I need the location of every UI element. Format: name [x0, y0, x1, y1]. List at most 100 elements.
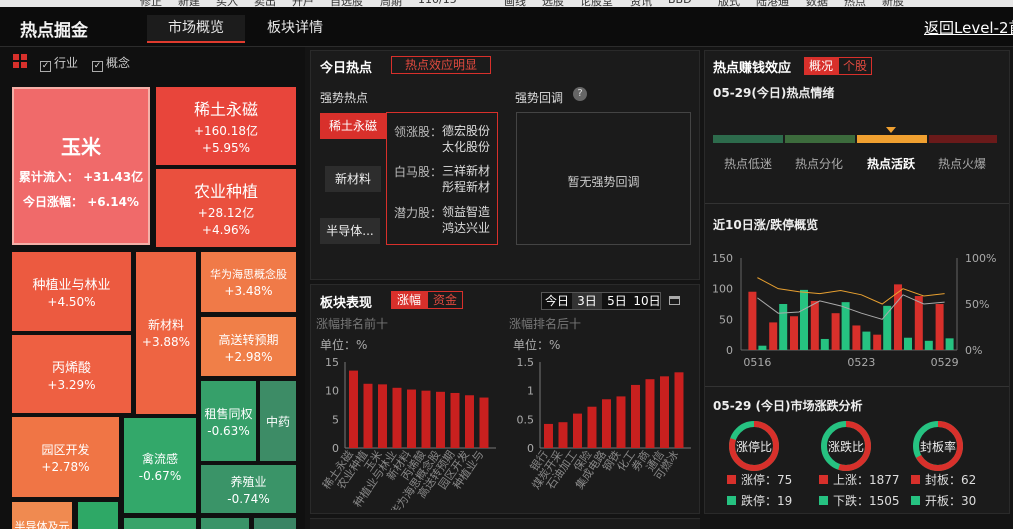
tile-new-material[interactable]: 新材料 +3.88%: [136, 252, 196, 414]
bar[interactable]: [674, 372, 684, 448]
toolbar-item[interactable]: 新建: [178, 0, 200, 7]
checkbox-icon[interactable]: ✓: [92, 61, 103, 72]
bar[interactable]: [378, 384, 387, 448]
bar[interactable]: [573, 413, 582, 448]
tile-rare-earth[interactable]: 稀土永磁 +160.18亿 +5.95%: [156, 87, 296, 165]
tile-bird-flu[interactable]: 禽流感 -0.67%: [124, 418, 196, 513]
limit-down-bar[interactable]: [945, 338, 954, 350]
window-icon[interactable]: [669, 296, 680, 305]
limit-up-bar[interactable]: [748, 291, 757, 350]
tile-breeding[interactable]: 养殖业 -0.74%: [201, 465, 296, 513]
toolbar-item[interactable]: 周期: [380, 0, 402, 7]
bar[interactable]: [349, 370, 358, 448]
stock-name[interactable]: 三祥新材: [442, 163, 490, 179]
limit-up-bar[interactable]: [935, 304, 944, 350]
limit-down-bar[interactable]: [924, 340, 933, 350]
period-3d[interactable]: 3日: [572, 293, 602, 309]
limit-down-bar[interactable]: [862, 331, 871, 350]
bar[interactable]: [407, 389, 416, 448]
help-icon[interactable]: ?: [573, 87, 587, 101]
back-level2-link[interactable]: 返回Level-2首: [924, 17, 1013, 38]
bar[interactable]: [616, 396, 626, 448]
toolbar-item[interactable]: 资讯: [630, 0, 652, 7]
period-today[interactable]: 今日: [542, 293, 572, 309]
bar[interactable]: [436, 391, 445, 448]
limit-up-bar[interactable]: [790, 316, 798, 350]
filter-industry[interactable]: ✓ 行业: [40, 54, 78, 72]
tab-stocks[interactable]: 个股: [838, 57, 872, 75]
tab-overview[interactable]: 概况: [804, 57, 838, 75]
tab-fund[interactable]: 资金: [427, 291, 463, 309]
toolbar-item[interactable]: 版式: [718, 0, 740, 7]
toolbar-item[interactable]: 数据: [806, 0, 828, 7]
tile-agri-planting[interactable]: 农业种植 +28.12亿 +4.96%: [156, 169, 296, 247]
bar[interactable]: [363, 383, 373, 448]
toolbar-item[interactable]: 陆港通: [756, 0, 789, 7]
stock-name[interactable]: 德宏股份: [442, 123, 490, 139]
tile-chinese-medicine[interactable]: 中药: [260, 381, 296, 461]
grid-icon[interactable]: [13, 54, 27, 68]
toolbar-item[interactable]: 卖出: [254, 0, 276, 7]
tile-corn[interactable]: 玉米 累计流入： +31.43亿 今日涨幅： +6.14%: [12, 87, 150, 245]
stock-name[interactable]: 太化股份: [442, 139, 490, 155]
limit-up-bar[interactable]: [810, 300, 819, 350]
limit-up-bar[interactable]: [852, 325, 861, 350]
limit-up-bar[interactable]: [769, 322, 778, 350]
limit-up-bar[interactable]: [914, 296, 923, 350]
bar[interactable]: [558, 422, 568, 448]
toolbar-item[interactable]: 选股: [542, 0, 564, 7]
toolbar-item[interactable]: 自选股: [330, 0, 363, 7]
bar[interactable]: [392, 387, 402, 448]
period-5d[interactable]: 5日: [602, 293, 632, 309]
tile-semiconductor[interactable]: 半导体及元: [12, 502, 72, 529]
ring-stat-up: 上涨：1877: [833, 473, 900, 487]
toolbar-item[interactable]: 论股堂: [580, 0, 613, 7]
bar[interactable]: [544, 423, 553, 448]
strong-sector-rare-earth[interactable]: 稀土永磁: [320, 113, 386, 139]
tab-gain[interactable]: 涨幅: [391, 291, 427, 309]
toolbar-item[interactable]: 热点: [844, 0, 866, 7]
bar[interactable]: [631, 384, 640, 448]
strong-sector-semiconductor[interactable]: 半导体...: [320, 218, 380, 244]
limit-down-bar[interactable]: [800, 289, 808, 350]
bar[interactable]: [645, 379, 655, 448]
toolbar-item[interactable]: 开户: [292, 0, 314, 7]
period-10d[interactable]: 10日: [632, 293, 662, 309]
strong-sector-new-material[interactable]: 新材料: [325, 166, 381, 192]
limit-down-bar[interactable]: [841, 302, 850, 350]
toolbar-item[interactable]: 新股: [882, 0, 904, 7]
bar[interactable]: [587, 406, 597, 448]
toolbar-item[interactable]: 画线: [504, 0, 526, 7]
filter-concept[interactable]: ✓ 概念: [92, 54, 130, 72]
level-label: 热点火爆: [938, 157, 987, 171]
stock-name[interactable]: 鸿达兴业: [442, 220, 490, 236]
toolbar-item[interactable]: 修正: [140, 0, 162, 7]
tile-huawei-hisilicon[interactable]: 华为海思概念股 +3.48%: [201, 252, 296, 312]
tile-acrylic[interactable]: 丙烯酸 +3.29%: [12, 335, 131, 413]
bar[interactable]: [465, 395, 474, 448]
tab-market-overview[interactable]: 市场概览: [147, 17, 245, 37]
toolbar-item[interactable]: 110/15: [418, 0, 457, 6]
bar[interactable]: [660, 376, 669, 448]
stock-name[interactable]: 领益智造: [442, 204, 490, 220]
limit-down-bar[interactable]: [779, 304, 788, 350]
tile-rent-sale[interactable]: 租售同权 -0.63%: [201, 381, 256, 461]
toolbar-item[interactable]: BBD: [668, 0, 692, 6]
tab-sector-detail[interactable]: 板块详情: [250, 17, 340, 37]
bar[interactable]: [479, 397, 489, 448]
limit-down-bar[interactable]: [758, 345, 767, 350]
limit-up-bar[interactable]: [831, 313, 840, 350]
checkbox-icon[interactable]: ✓: [40, 61, 51, 72]
tile-high-dividend[interactable]: 高送转预期 +2.98%: [201, 317, 296, 376]
bar[interactable]: [602, 399, 611, 448]
stock-name[interactable]: 彤程新材: [442, 179, 490, 195]
limit-down-bar[interactable]: [904, 337, 912, 350]
tile-park-development[interactable]: 园区开发 +2.78%: [12, 417, 119, 497]
limit-down-bar[interactable]: [820, 338, 829, 350]
toolbar-item[interactable]: 买入: [216, 0, 238, 7]
bar[interactable]: [450, 392, 460, 448]
bar[interactable]: [421, 390, 431, 448]
limit-down-bar[interactable]: [883, 305, 892, 350]
tile-planting-forestry[interactable]: 种植业与林业 +4.50%: [12, 252, 131, 331]
limit-up-bar[interactable]: [873, 334, 882, 350]
